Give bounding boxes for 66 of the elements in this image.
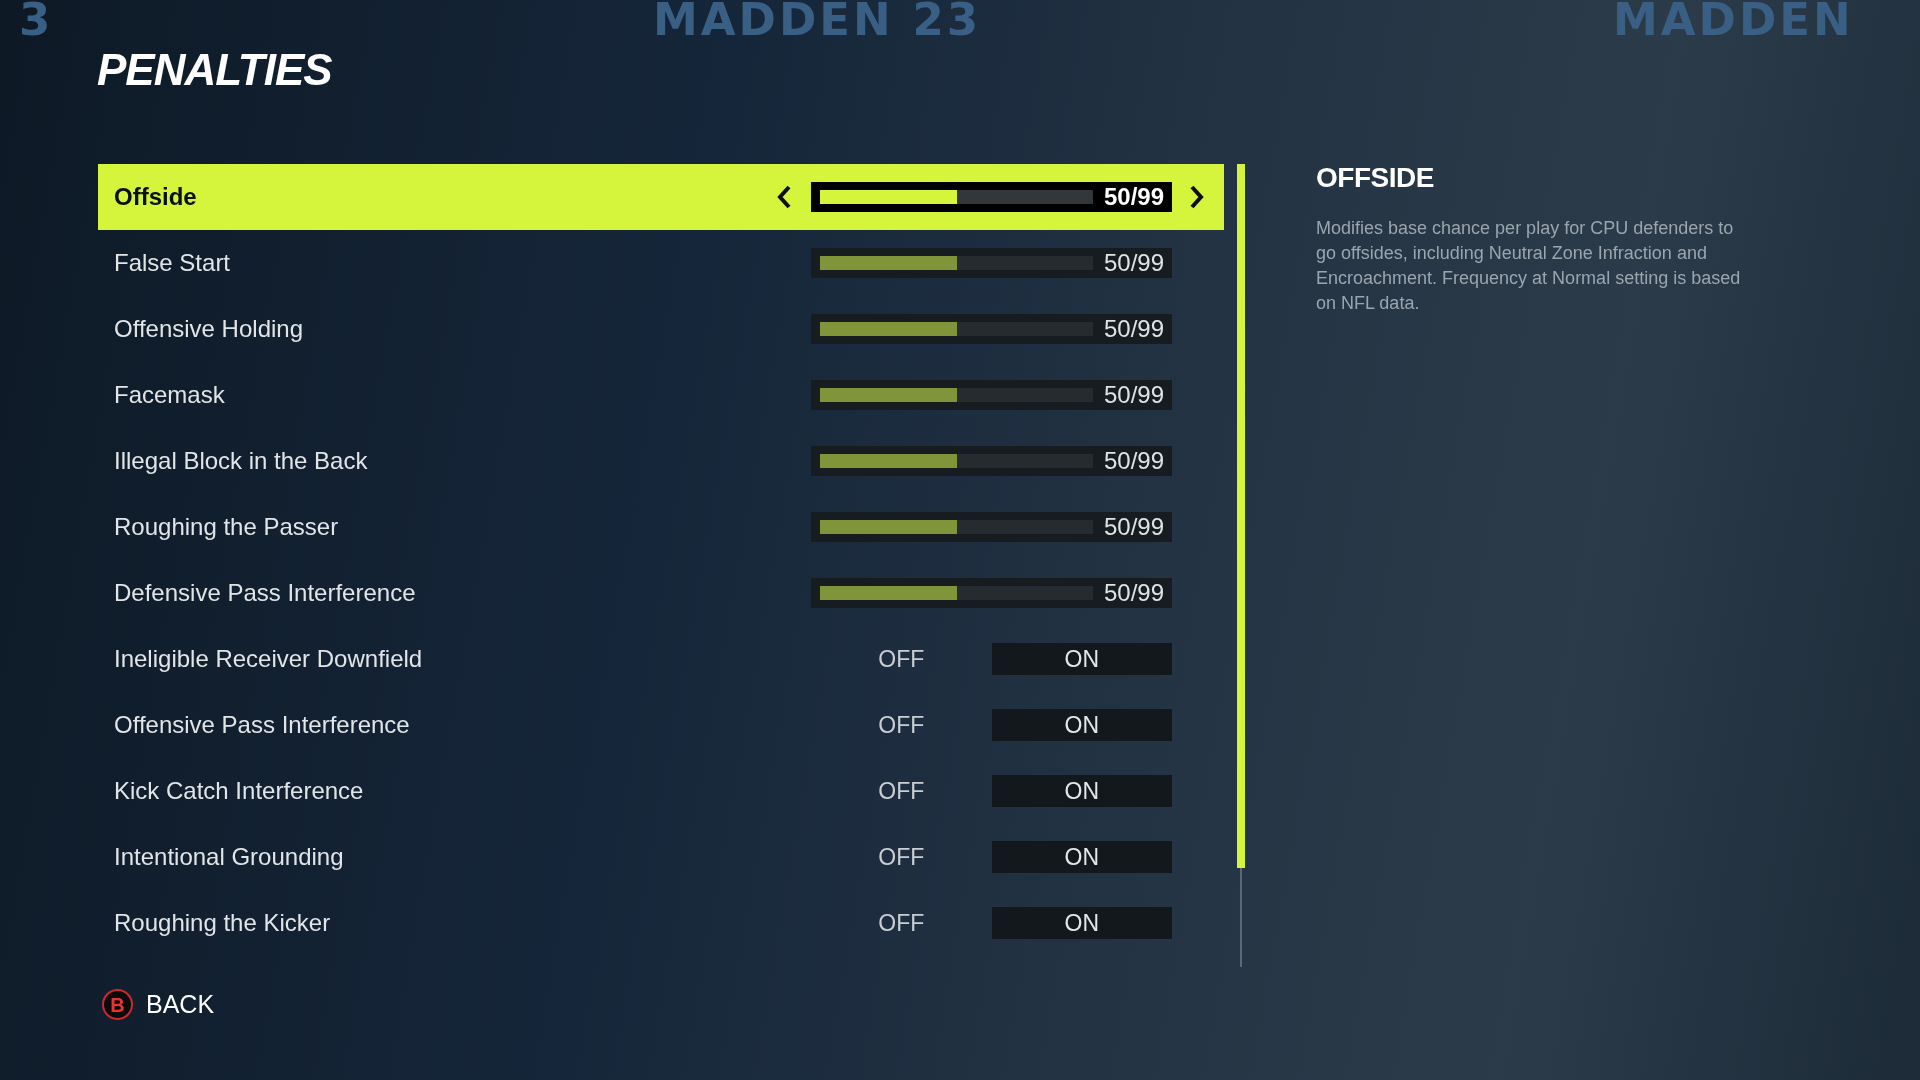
setting-label: Defensive Pass Interference [114,581,416,605]
slider[interactable]: 50/99 [811,578,1172,608]
setting-row[interactable]: False Start 50/99 [98,230,1224,296]
setting-label: False Start [114,251,231,275]
slider-value: 50/99 [1103,251,1164,275]
toggle-option[interactable]: OFF [811,907,992,939]
setting-row[interactable]: Facemask 50/99 [98,362,1224,428]
banner-text: 3 [19,0,54,40]
toggle-option[interactable]: ON [991,841,1172,873]
setting-row[interactable]: Offensive Holding 50/99 [98,296,1224,362]
slider-value: 50/99 [1103,383,1164,407]
slider-value: 50/99 [1103,515,1164,539]
setting-row[interactable]: Ineligible Receiver Downfield OFF ON [98,626,1224,692]
slider[interactable]: 50/99 [811,512,1172,542]
setting-label: Roughing the Passer [114,515,339,539]
toggle-option[interactable]: ON [991,775,1172,807]
slider-value: 50/99 [1103,449,1164,473]
slider-track[interactable] [820,322,1093,336]
setting-row[interactable]: Intentional Grounding OFF ON [98,824,1224,890]
slider[interactable]: 50/99 [811,446,1172,476]
setting-row[interactable]: Offensive Pass Interference OFF ON [98,692,1224,758]
description-title: OFFSIDE [1316,162,1435,194]
setting-row[interactable]: Roughing the Kicker OFF ON [98,890,1224,956]
slider-track[interactable] [820,388,1093,402]
setting-label: Offensive Holding [114,317,303,341]
slider-track[interactable] [820,586,1093,600]
chevron-right-icon[interactable] [1190,185,1204,209]
setting-label: Illegal Block in the Back [114,449,368,473]
slider-value: 50/99 [1103,185,1164,209]
back-button[interactable]: B BACK [102,989,215,1020]
setting-row[interactable]: Illegal Block in the Back 50/99 [98,428,1224,494]
slider[interactable]: 50/99 [811,314,1172,344]
slider-value: 50/99 [1103,317,1164,341]
setting-row[interactable]: Offside 50/99 [98,164,1224,230]
banner-text: MADDEN [1613,0,1854,40]
toggle-option[interactable]: OFF [811,709,992,741]
chevron-left-icon[interactable] [777,185,791,209]
slider[interactable]: 50/99 [811,380,1172,410]
page-title: PENALTIES [97,48,332,92]
setting-row[interactable]: Kick Catch Interference OFF ON [98,758,1224,824]
toggle-option[interactable]: ON [991,709,1172,741]
slider-value: 50/99 [1103,581,1164,605]
toggle-option[interactable]: ON [991,907,1172,939]
scrollbar-thumb[interactable] [1237,164,1245,868]
slider-track[interactable] [820,454,1093,468]
setting-label: Offensive Pass Interference [114,713,410,737]
description-text: Modifies base chance per play for CPU defenders to go offsides, including Neutral Zone Infraction and Encroachment. Frequency at Normal setting is based on NFL data. [1316,217,1742,315]
toggle-option[interactable]: ON [991,643,1172,675]
controller-b-icon: B [102,989,133,1020]
setting-label: Intentional Grounding [114,845,344,869]
slider[interactable]: 50/99 [811,182,1172,212]
setting-label: Ineligible Receiver Downfield [114,647,423,671]
setting-label: Kick Catch Interference [114,779,364,803]
toggle-option[interactable]: OFF [811,775,992,807]
slider[interactable]: 50/99 [811,248,1172,278]
setting-row[interactable]: Roughing the Passer 50/99 [98,494,1224,560]
banner-text: MADDEN 23 [653,0,981,40]
setting-label: Facemask [114,383,225,407]
slider-track[interactable] [820,190,1093,204]
setting-row[interactable]: Defensive Pass Interference 50/99 [98,560,1224,626]
slider-track[interactable] [820,520,1093,534]
slider-track[interactable] [820,256,1093,270]
toggle-option[interactable]: OFF [811,643,992,675]
toggle-option[interactable]: OFF [811,841,992,873]
setting-label: Roughing the Kicker [114,911,331,935]
setting-label: Offside [114,185,197,209]
